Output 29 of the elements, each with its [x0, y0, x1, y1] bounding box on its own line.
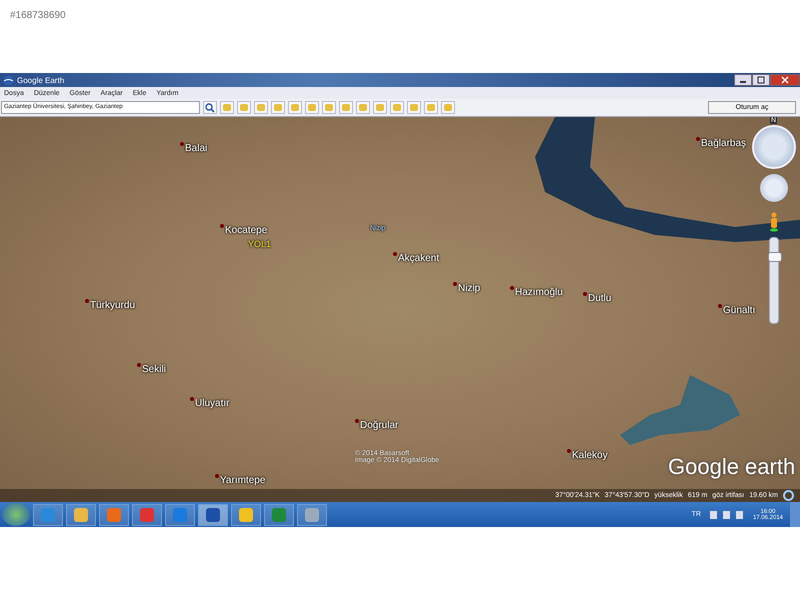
place-label: Akçakent: [393, 253, 440, 264]
place-label: Balai: [180, 143, 208, 154]
place-label: Sekili: [137, 364, 166, 375]
place-label: Bağlarbaş: [696, 138, 746, 149]
place-label: Türkyurdu: [85, 300, 136, 311]
place-label: Günaltı: [718, 305, 756, 316]
place-label: Kaleköy: [567, 450, 608, 461]
place-label: Hazımoğlu: [510, 287, 563, 298]
place-label: Nizip: [453, 283, 480, 294]
search-button[interactable]: [203, 101, 217, 114]
person-icon[interactable]: [769, 212, 779, 232]
restore-button[interactable]: [752, 74, 770, 86]
place-label: Doğrular: [355, 420, 398, 431]
start-button[interactable]: [2, 503, 30, 526]
show-desktop-button[interactable]: [790, 502, 800, 527]
move-control[interactable]: [760, 174, 788, 202]
place-label: YOL1: [248, 239, 272, 249]
minimize-button[interactable]: [734, 74, 752, 86]
logo-text: Google earth: [668, 454, 796, 480]
place-label: Kocatepe: [220, 225, 268, 236]
zoom-slider-thumb[interactable]: [768, 252, 782, 262]
restore-icon: [757, 76, 765, 84]
listing-id: #168738690: [10, 10, 66, 21]
close-button[interactable]: [770, 74, 800, 86]
place-label: Yarımtepe: [215, 475, 266, 486]
place-label: Dutlu: [583, 293, 612, 304]
window-title: Google Earth: [17, 76, 64, 84]
close-icon: [781, 76, 789, 84]
place-label: Uluyatır: [190, 398, 230, 409]
